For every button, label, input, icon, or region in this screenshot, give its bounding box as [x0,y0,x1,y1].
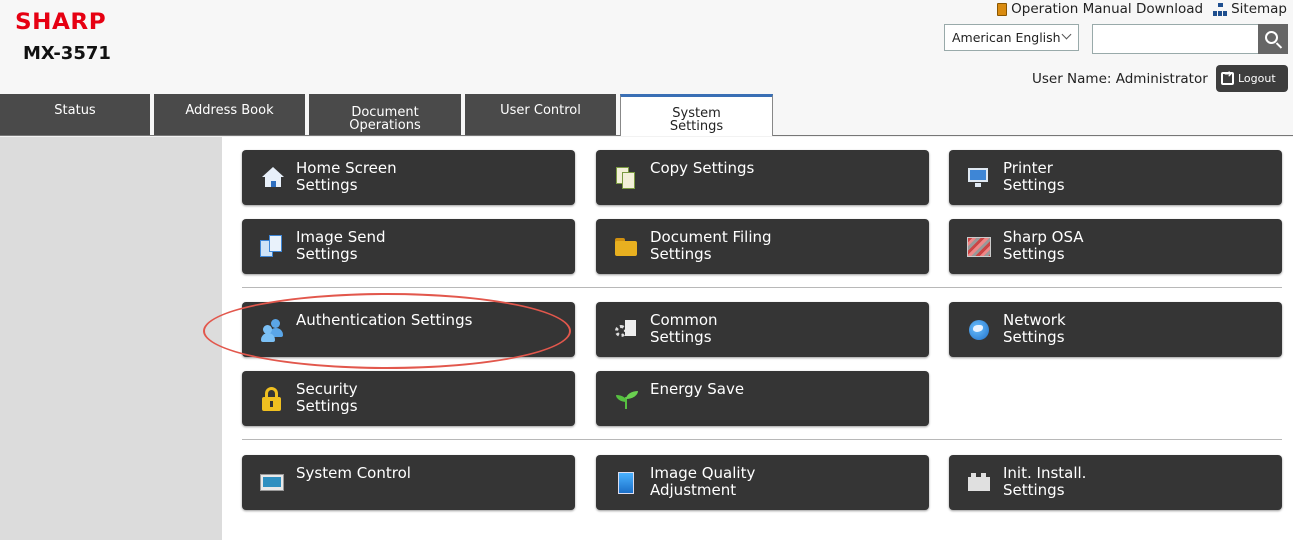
init-install-settings-button[interactable]: Init. Install. Settings [949,455,1282,510]
tab-user-control[interactable]: User Control [465,94,618,135]
tile-label: Image Send Settings [296,228,386,263]
search-input[interactable] [1092,24,1259,54]
tile-label: Energy Save [650,380,745,398]
tile-label: Init. Install. Settings [1003,464,1087,499]
sitemap-link[interactable]: Sitemap [1213,1,1287,17]
manual-download-label: Operation Manual Download [1011,1,1204,17]
image-quality-icon [614,471,638,495]
manual-download-link[interactable]: Operation Manual Download [997,1,1203,17]
leaf-icon [614,387,638,411]
tile-label: Sharp OSA Settings [1003,228,1084,263]
network-settings-button[interactable]: Network Settings [949,302,1282,357]
home-screen-settings-button[interactable]: Home Screen Settings [242,150,575,205]
sitemap-label: Sitemap [1231,1,1287,17]
tab-bar: Status Address Book Document Operations … [0,94,1293,136]
sharp-osa-settings-button[interactable]: Sharp OSA Settings [949,219,1282,274]
tab-status[interactable]: Status [0,94,152,135]
security-settings-button[interactable]: Security Settings [242,371,575,426]
document-filing-settings-button[interactable]: Document Filing Settings [596,219,929,274]
search-icon [1265,31,1278,44]
copy-icon [614,166,638,190]
folder-icon [614,235,638,259]
book-icon [997,2,1008,16]
authentication-settings-button[interactable]: Authentication Settings [242,302,575,357]
tile-label: Network Settings [1003,311,1066,346]
divider [242,439,1282,440]
tools-icon [614,318,638,342]
language-value: American English [952,30,1061,45]
printer-settings-button[interactable]: Printer Settings [949,150,1282,205]
tab-label: Document Operations [349,104,421,133]
common-settings-button[interactable]: Common Settings [596,302,929,357]
tab-document-operations[interactable]: Document Operations [309,94,463,135]
home-icon [260,166,284,190]
tile-label: Image Quality Adjustment [650,464,756,499]
tab-label: System Settings [669,105,724,134]
energy-save-button[interactable]: Energy Save [596,371,929,426]
tile-label: System Control [296,464,411,482]
header: SHARP MX-3571 Operation Manual Download … [0,0,1293,94]
globe-icon [967,318,991,342]
sitemap-icon [1213,2,1228,16]
system-control-icon [260,471,284,495]
tile-label: Home Screen Settings [296,159,397,194]
tile-label: Printer Settings [1003,159,1065,194]
logout-label: Logout [1238,72,1276,85]
init-install-icon [967,471,991,495]
chevron-down-icon [1061,29,1072,40]
tab-label: Status [54,103,96,118]
tile-label: Document Filing Settings [650,228,772,263]
tile-label: Copy Settings [650,159,755,177]
user-name: User Name: Administrator [1032,71,1208,87]
tile-label: Common Settings [650,311,718,346]
tab-label: Address Book [185,103,274,118]
language-select[interactable]: American English [944,24,1079,51]
search-button[interactable] [1258,24,1288,54]
logout-icon [1221,69,1234,85]
top-links: Operation Manual Download Sitemap [997,1,1287,17]
tile-label: Security Settings [296,380,358,415]
copy-settings-button[interactable]: Copy Settings [596,150,929,205]
tile-label: Authentication Settings [296,311,473,329]
system-control-button[interactable]: System Control [242,455,575,510]
users-icon [260,318,284,342]
tab-address-book[interactable]: Address Book [154,94,307,135]
printer-icon [967,166,991,190]
tab-label: User Control [500,103,581,118]
divider [242,287,1282,288]
left-sidebar [0,137,222,540]
image-send-settings-button[interactable]: Image Send Settings [242,219,575,274]
image-quality-adjustment-button[interactable]: Image Quality Adjustment [596,455,929,510]
image-send-icon [260,235,284,259]
lock-icon [260,387,284,411]
sharp-logo: SHARP [15,10,107,35]
model-name: MX-3571 [23,43,111,64]
osa-icon [967,235,991,259]
tab-system-settings[interactable]: System Settings [620,94,773,136]
logout-button[interactable]: Logout [1216,65,1288,92]
